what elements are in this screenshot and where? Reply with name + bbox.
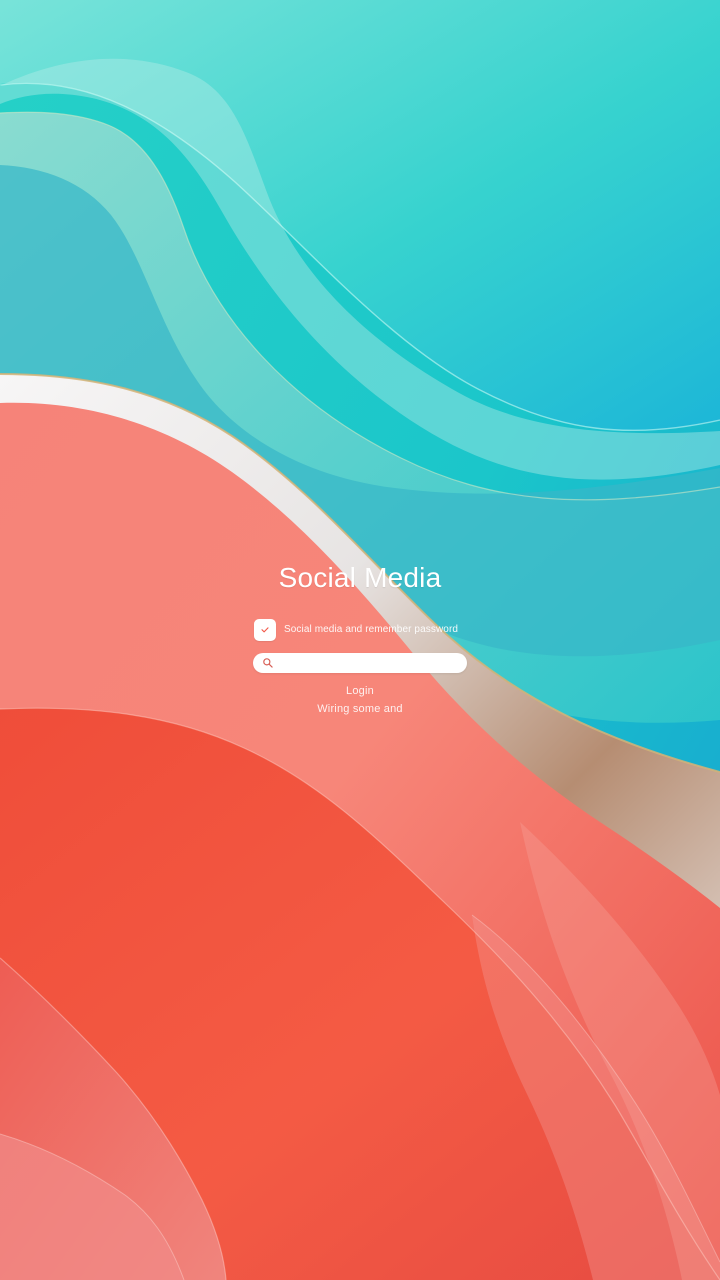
search-bar[interactable] bbox=[253, 653, 467, 673]
remember-row[interactable]: Social media and remember password bbox=[254, 618, 474, 642]
search-input[interactable] bbox=[279, 654, 459, 672]
heart-check-icon bbox=[261, 627, 269, 633]
search-icon bbox=[263, 658, 273, 668]
remember-label: Social media and remember password bbox=[284, 624, 459, 635]
signup-link[interactable]: Wiring some and bbox=[0, 702, 720, 716]
remember-checkbox[interactable] bbox=[254, 619, 276, 641]
login-link[interactable]: Login bbox=[0, 684, 720, 698]
